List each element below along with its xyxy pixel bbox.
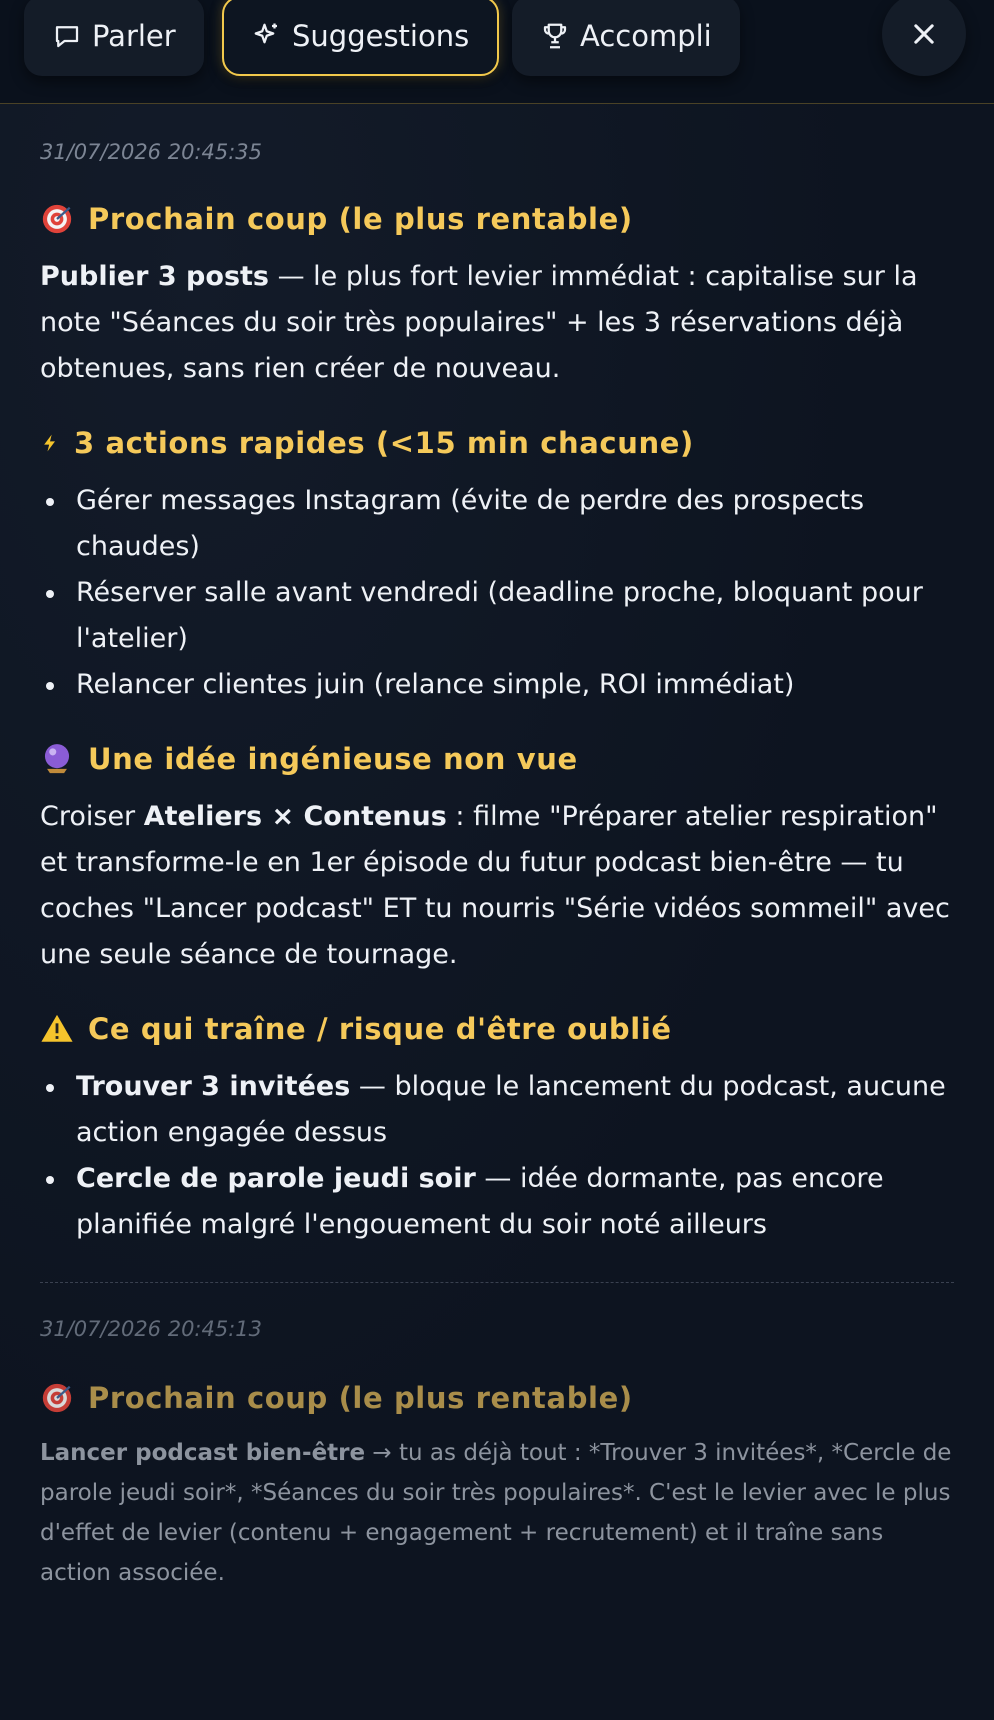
list-item: Gérer messages Instagram (évite de perdr… xyxy=(40,478,954,570)
forgotten-items-list: Trouver 3 invitées — bloque le lancement… xyxy=(40,1064,954,1248)
suggestions-feed[interactable]: 31/07/2026 20:45:35 Prochain coup (le pl… xyxy=(0,104,994,1720)
section-heading: Prochain coup (le plus rentable) xyxy=(40,1381,954,1415)
list-item: Relancer clientes juin (relance simple, … xyxy=(40,662,954,708)
section-text: Croiser Ateliers × Contenus : filme "Pré… xyxy=(40,801,950,970)
section-heading: Ce qui traîne / risque d'être oublié xyxy=(40,1012,954,1046)
tab-suggestions[interactable]: Suggestions xyxy=(222,0,500,76)
tab-label: Parler xyxy=(92,19,176,53)
tab-label: Accompli xyxy=(580,19,712,53)
chat-icon xyxy=(55,26,79,48)
close-icon xyxy=(914,24,934,44)
tab-accompli[interactable]: Accompli xyxy=(512,0,740,76)
target-icon xyxy=(42,1383,72,1413)
list-item: Réserver salle avant vendredi (deadline … xyxy=(40,570,954,662)
suggestion-entry: 31/07/2026 20:45:35 Prochain coup (le pl… xyxy=(40,104,954,1283)
trophy-icon xyxy=(543,23,567,49)
list-item: Cercle de parole jeudi soir — idée dorma… xyxy=(40,1156,954,1248)
lightning-icon xyxy=(44,434,55,452)
suggestion-entry: 31/07/2026 20:45:13 Prochain coup (le pl… xyxy=(40,1283,954,1593)
section-text: Publier 3 posts — le plus fort levier im… xyxy=(40,261,918,384)
section-heading: Prochain coup (le plus rentable) xyxy=(40,202,954,236)
sparkle-icon xyxy=(254,23,277,44)
timestamp: 31/07/2026 20:45:35 xyxy=(40,140,263,164)
warning-icon xyxy=(41,1014,73,1042)
section-heading: Une idée ingénieuse non vue xyxy=(40,742,954,776)
tab-parler[interactable]: Parler xyxy=(24,0,204,76)
close-button[interactable] xyxy=(882,0,966,76)
target-icon xyxy=(42,204,72,234)
crystal-ball-icon xyxy=(44,744,70,774)
timestamp: 31/07/2026 20:45:13 xyxy=(40,1317,263,1341)
section-text: Lancer podcast bien-être → tu as déjà to… xyxy=(40,1440,952,1586)
tab-label: Suggestions xyxy=(292,19,470,53)
list-item: Trouver 3 invitées — bloque le lancement… xyxy=(40,1064,954,1156)
top-bar: Parler Suggestions Accompli xyxy=(0,0,994,104)
section-heading: 3 actions rapides (<15 min chacune) xyxy=(40,426,954,460)
quick-actions-list: Gérer messages Instagram (évite de perdr… xyxy=(40,478,954,708)
